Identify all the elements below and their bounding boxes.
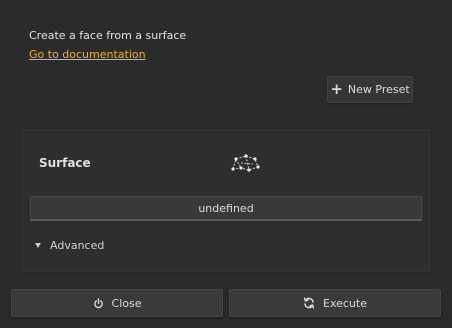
advanced-label: Advanced	[50, 239, 105, 252]
close-label: Close	[111, 296, 142, 310]
surface-mesh-icon	[229, 153, 261, 173]
description-text: Create a face from a surface	[29, 29, 187, 42]
new-preset-label: New Preset	[347, 83, 410, 96]
execute-button[interactable]: Execute	[229, 289, 441, 317]
surface-label: Surface	[39, 156, 91, 170]
plus-icon: +	[330, 80, 343, 98]
advanced-toggle[interactable]: Advanced	[35, 239, 104, 252]
power-icon	[93, 297, 104, 309]
documentation-link[interactable]: Go to documentation	[29, 48, 146, 61]
refresh-icon	[303, 297, 315, 309]
triangle-down-icon	[35, 243, 41, 248]
execute-label: Execute	[323, 296, 367, 310]
surface-select-button[interactable]: undefined	[30, 196, 422, 221]
new-preset-button[interactable]: + New Preset	[327, 76, 413, 103]
surface-panel: Surface undefined Advanced	[20, 128, 432, 273]
close-button[interactable]: Close	[11, 289, 223, 317]
